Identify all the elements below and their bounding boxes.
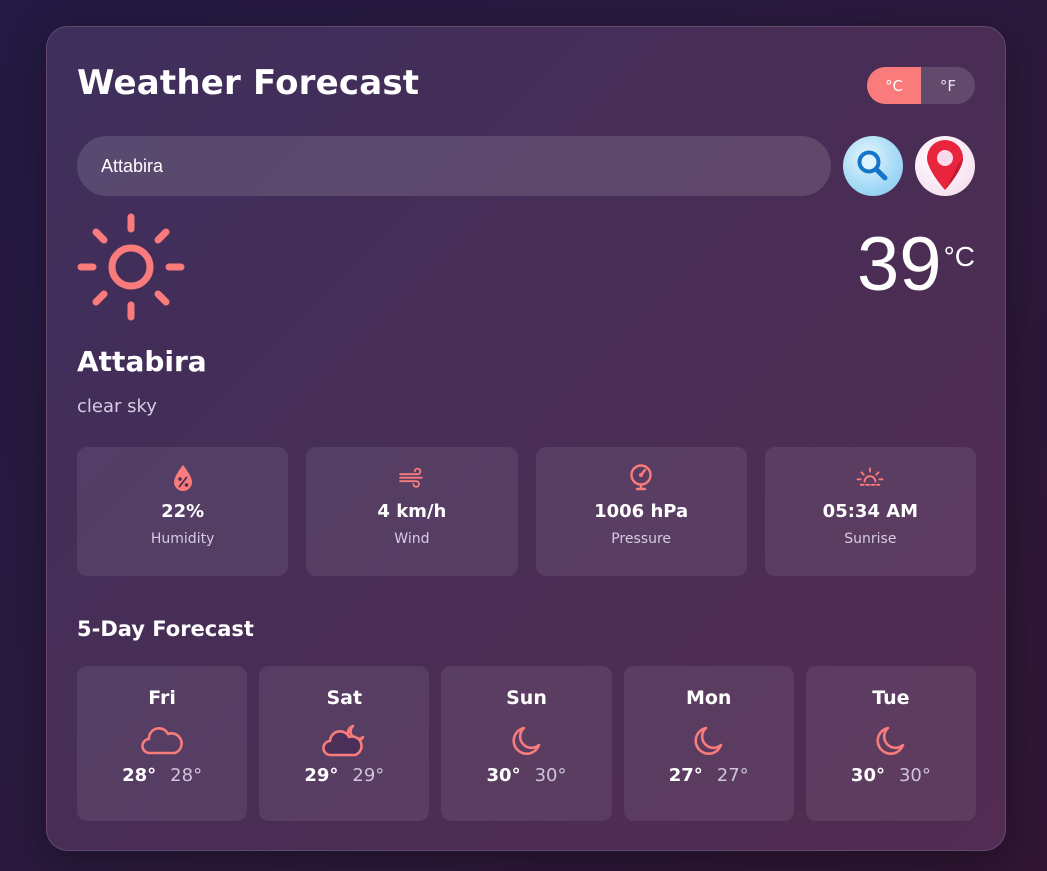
unit-toggle[interactable]: °C °F (867, 67, 975, 104)
cloud-icon (141, 727, 183, 755)
stat-pressure: 1006 hPa Pressure (535, 447, 747, 576)
weather-description: clear sky (77, 396, 157, 417)
stat-wind: 4 km/h Wind (306, 447, 518, 576)
moon-icon (694, 726, 723, 755)
temp-low: 30° (534, 765, 567, 786)
stat-sunrise: 05:34 AM Sunrise (764, 447, 976, 576)
forecast-day-mon: Mon 27° 27° (623, 666, 794, 821)
weather-stats: 22% Humidity 4 km/h Wind 1006 hPa Pressu… (77, 447, 976, 576)
temp-low: 29° (352, 765, 385, 786)
moon-icon (876, 726, 905, 755)
pressure-label: Pressure (611, 531, 672, 547)
forecast-day-fri: Fri 28° 28° (77, 666, 248, 821)
day-temps: 30° 30° (851, 765, 931, 786)
day-name: Fri (148, 687, 176, 709)
wind-value: 4 km/h (377, 501, 447, 522)
celsius-button[interactable]: °C (867, 67, 921, 104)
weather-card: Weather Forecast °C °F Attabira 39 °C At… (46, 26, 1006, 851)
stat-humidity: 22% Humidity (77, 447, 289, 576)
wind-label: Wind (394, 531, 430, 547)
forecast-day-tue: Tue 30° 30° (805, 666, 977, 821)
forecast-list: Fri 28° 28° Sat 29° 29° Sun 30° 30° Mon … (77, 666, 977, 821)
temp-low: 28° (170, 765, 203, 786)
day-temps: 30° 30° (487, 765, 567, 786)
search-button[interactable] (843, 136, 903, 196)
humidity-value: 22% (161, 501, 205, 522)
sunrise-label: Sunrise (844, 531, 897, 547)
pressure-value: 1006 hPa (594, 501, 689, 522)
search-icon (857, 150, 888, 181)
forecast-title: 5-Day Forecast (77, 617, 254, 641)
day-name: Tue (872, 687, 910, 709)
current-temperature: 39 °C (857, 227, 975, 303)
app-title: Weather Forecast (77, 63, 420, 103)
day-temps: 27° 27° (669, 765, 749, 786)
location-pin-icon (927, 140, 963, 190)
temperature-value: 39 (857, 222, 942, 307)
temperature-unit: °C (943, 241, 975, 272)
search-bar[interactable] (77, 136, 831, 196)
pressure-icon (630, 464, 652, 491)
forecast-day-sat: Sat 29° 29° (259, 666, 430, 821)
temp-high: 28° (122, 765, 157, 786)
fahrenheit-button[interactable]: °F (921, 67, 975, 104)
humidity-label: Humidity (150, 531, 215, 547)
forecast-day-sun: Sun 30° 30° (441, 666, 612, 821)
cloud-moon-icon (322, 724, 365, 757)
sunrise-value: 05:34 AM (822, 501, 919, 522)
sunrise-icon (856, 467, 884, 486)
humidity-icon (173, 465, 192, 491)
day-name: Mon (685, 687, 732, 709)
temp-high: 29° (304, 765, 339, 786)
moon-icon (511, 726, 540, 755)
day-name: Sat (326, 687, 363, 709)
temp-high: 30° (850, 765, 885, 786)
city-search-input[interactable] (101, 155, 831, 177)
sun-icon (77, 213, 185, 321)
temp-low: 30° (898, 765, 931, 786)
location-button[interactable] (915, 136, 975, 196)
day-name: Sun (506, 687, 547, 709)
day-temps: 29° 29° (304, 765, 384, 786)
temp-low: 27° (716, 765, 749, 786)
wind-icon (399, 467, 423, 488)
city-name: Attabira (77, 345, 207, 378)
temp-high: 30° (486, 765, 521, 786)
temp-high: 27° (668, 765, 703, 786)
day-temps: 28° 28° (122, 765, 202, 786)
